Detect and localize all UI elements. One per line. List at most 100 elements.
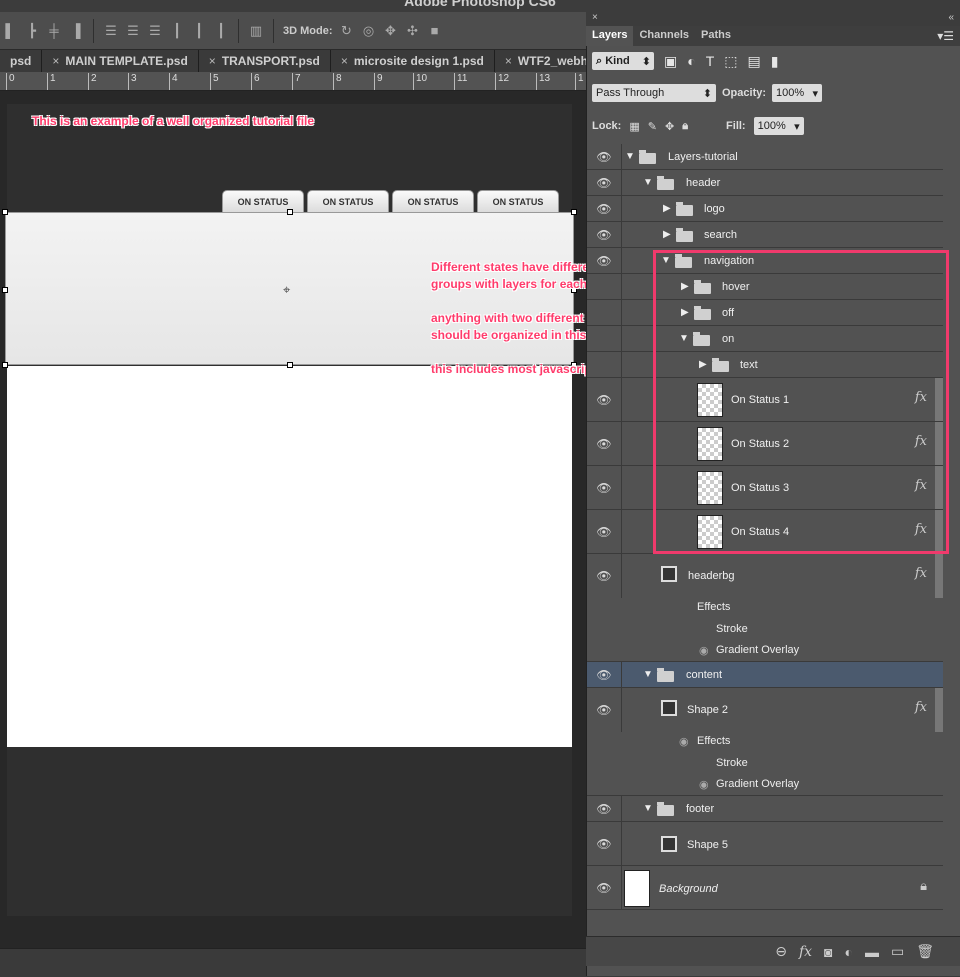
eye-icon[interactable]: 👁︎ <box>587 866 622 909</box>
nav-tab-3[interactable]: ON STATUS <box>392 190 474 212</box>
align-vcenter-icon[interactable]: ╪ <box>46 23 62 39</box>
triangle-down-icon[interactable]: ▼ <box>643 669 653 680</box>
lock-brush-icon[interactable]: ✎ <box>648 120 657 133</box>
kind-filter-select[interactable]: ⌕ Kind ⬍ <box>592 52 654 70</box>
eye-icon[interactable]: 👁︎ <box>587 170 622 195</box>
panel-menu-icon[interactable]: ▾☰ <box>931 26 960 46</box>
layer-row-header[interactable]: 👁︎ ▼ header <box>587 170 943 196</box>
distribute-left-icon[interactable]: ┃ <box>169 23 185 39</box>
transform-handle[interactable] <box>2 362 8 368</box>
horizontal-ruler[interactable]: 0 1 2 3 4 5 6 7 8 9 10 11 12 13 1 <box>0 72 586 91</box>
eye-icon[interactable]: 👁︎ <box>587 822 622 865</box>
layer-row-footer[interactable]: 👁︎ ▼ footer <box>587 796 943 822</box>
close-icon[interactable]: × <box>505 54 512 68</box>
effect-gradient-overlay[interactable]: Gradient Overlay <box>716 778 799 790</box>
filter-toggle-icon[interactable]: ▮ <box>771 53 779 70</box>
layer-row-shape-2[interactable]: 👁︎ Shape 2 fx ◉ Effects Stroke ◉ Gradien… <box>587 688 943 796</box>
layer-row-headerbg[interactable]: 👁︎ headerbg fx Effects Stroke ◉ Gradient… <box>587 554 943 662</box>
doc-tab-transport[interactable]: × TRANSPORT.psd <box>198 50 331 72</box>
doc-tab-microsite[interactable]: × microsite design 1.psd <box>330 50 495 72</box>
new-group-icon[interactable]: ▬ <box>865 944 879 960</box>
eye-icon[interactable]: 👁︎ <box>587 466 622 509</box>
doc-tab-main-template[interactable]: × MAIN TEMPLATE.psd <box>42 50 199 72</box>
lock-all-icon[interactable]: 🔒︎ <box>682 120 688 133</box>
collapse-icon[interactable]: « <box>948 12 954 23</box>
align-hcenter-icon[interactable]: ┣ <box>24 23 40 39</box>
doc-tab-partial[interactable]: psd <box>0 50 43 72</box>
eye-icon[interactable]: 👁︎ <box>587 796 622 821</box>
link-icon[interactable]: ⊖ <box>775 943 787 960</box>
align-right-icon[interactable]: ▐ <box>68 23 84 39</box>
eye-icon[interactable]: 👁︎ <box>587 688 622 732</box>
nav-tab-4[interactable]: ON STATUS <box>477 190 559 212</box>
triangle-right-icon[interactable]: ▶ <box>663 203 671 214</box>
shape-filter-icon[interactable]: ⬚ <box>724 53 737 70</box>
blend-mode-select[interactable]: Pass Through ⬍ <box>592 84 716 102</box>
3d-drag-icon[interactable]: ✥ <box>383 23 399 39</box>
triangle-right-icon[interactable]: ▶ <box>663 229 671 240</box>
eye-icon[interactable] <box>587 300 622 325</box>
layer-row-search[interactable]: 👁︎ ▶ search <box>587 222 943 248</box>
new-layer-icon[interactable]: ▭ <box>891 943 904 960</box>
3d-rotate-icon[interactable]: ↻ <box>339 23 355 39</box>
eye-icon[interactable] <box>587 352 622 377</box>
triangle-down-icon[interactable]: ▼ <box>625 151 635 162</box>
layer-row-background[interactable]: 👁︎ Background 🔒︎ <box>587 866 943 910</box>
layer-row-content[interactable]: 👁︎ ▼ content <box>587 662 943 688</box>
content-area[interactable] <box>7 366 572 747</box>
add-mask-icon[interactable]: ◙ <box>824 944 832 960</box>
transform-handle[interactable] <box>287 362 293 368</box>
layer-row-shape-5[interactable]: 👁︎ Shape 5 <box>587 822 943 866</box>
eye-icon[interactable]: 👁︎ <box>587 554 622 598</box>
transform-handle[interactable] <box>2 209 8 215</box>
image-filter-icon[interactable]: ▣ <box>664 53 677 70</box>
3d-roll-icon[interactable]: ◎ <box>361 23 377 39</box>
eye-icon[interactable]: ◉ <box>699 778 709 791</box>
fill-input[interactable]: 100% ▾ <box>753 117 804 135</box>
close-icon[interactable]: × <box>341 54 348 68</box>
trash-icon[interactable]: 🗑︎ <box>916 943 934 960</box>
effect-gradient-overlay[interactable]: Gradient Overlay <box>716 644 799 656</box>
effect-stroke[interactable]: Stroke <box>716 757 748 769</box>
eye-icon[interactable]: 👁︎ <box>587 510 622 553</box>
opacity-input[interactable]: 100% ▾ <box>772 84 823 102</box>
align-left-icon[interactable]: ▌ <box>2 23 18 39</box>
type-filter-icon[interactable]: T <box>706 53 715 69</box>
distribute-bottom-icon[interactable]: ☰ <box>147 23 163 39</box>
distribute-right-icon[interactable]: ┃ <box>213 23 229 39</box>
eye-icon[interactable]: 👁︎ <box>587 662 622 687</box>
eye-icon[interactable]: 👁︎ <box>587 422 622 465</box>
eye-icon[interactable]: ◉ <box>699 644 709 657</box>
eye-icon[interactable]: 👁︎ <box>587 196 622 221</box>
effect-stroke[interactable]: Stroke <box>716 623 748 635</box>
effects-expand-toggle[interactable] <box>935 554 943 598</box>
fx-icon[interactable]: fx <box>915 700 927 715</box>
auto-align-icon[interactable]: ▥ <box>248 23 264 39</box>
close-icon[interactable]: × <box>209 54 216 68</box>
distribute-vcenter-icon[interactable]: ☰ <box>125 23 141 39</box>
smartobject-filter-icon[interactable]: ▤ <box>748 53 761 70</box>
add-style-icon[interactable]: fx <box>799 944 812 960</box>
eye-icon[interactable]: ◉ <box>679 735 689 748</box>
adjustment-layer-icon[interactable]: ◐ <box>845 944 853 960</box>
layer-row-logo[interactable]: 👁︎ ▶ logo <box>587 196 943 222</box>
close-icon[interactable]: × <box>592 12 598 23</box>
eye-icon[interactable]: 👁︎ <box>587 378 622 421</box>
eye-icon[interactable]: 👁︎ <box>587 144 622 169</box>
eye-icon[interactable]: 👁︎ <box>587 222 622 247</box>
layer-row-layers-tutorial[interactable]: 👁︎ ▼ Layers-tutorial <box>587 144 943 170</box>
effects-expand-toggle[interactable] <box>935 688 943 732</box>
triangle-down-icon[interactable]: ▼ <box>643 177 653 188</box>
3d-scale-icon[interactable]: ■ <box>427 23 443 39</box>
tab-channels[interactable]: Channels <box>633 26 695 46</box>
distribute-top-icon[interactable]: ☰ <box>103 23 119 39</box>
tab-layers[interactable]: Layers <box>586 26 634 46</box>
triangle-down-icon[interactable]: ▼ <box>643 803 653 814</box>
eye-icon[interactable] <box>587 326 622 351</box>
adjustment-filter-icon[interactable]: ◐ <box>687 53 695 69</box>
nav-tab-2[interactable]: ON STATUS <box>307 190 389 212</box>
doc-tab-wtf2[interactable]: × WTF2_webhor <box>494 50 586 72</box>
transform-handle[interactable] <box>2 287 8 293</box>
eye-icon[interactable]: 👁︎ <box>587 248 622 273</box>
3d-slide-icon[interactable]: ✣ <box>405 23 421 39</box>
